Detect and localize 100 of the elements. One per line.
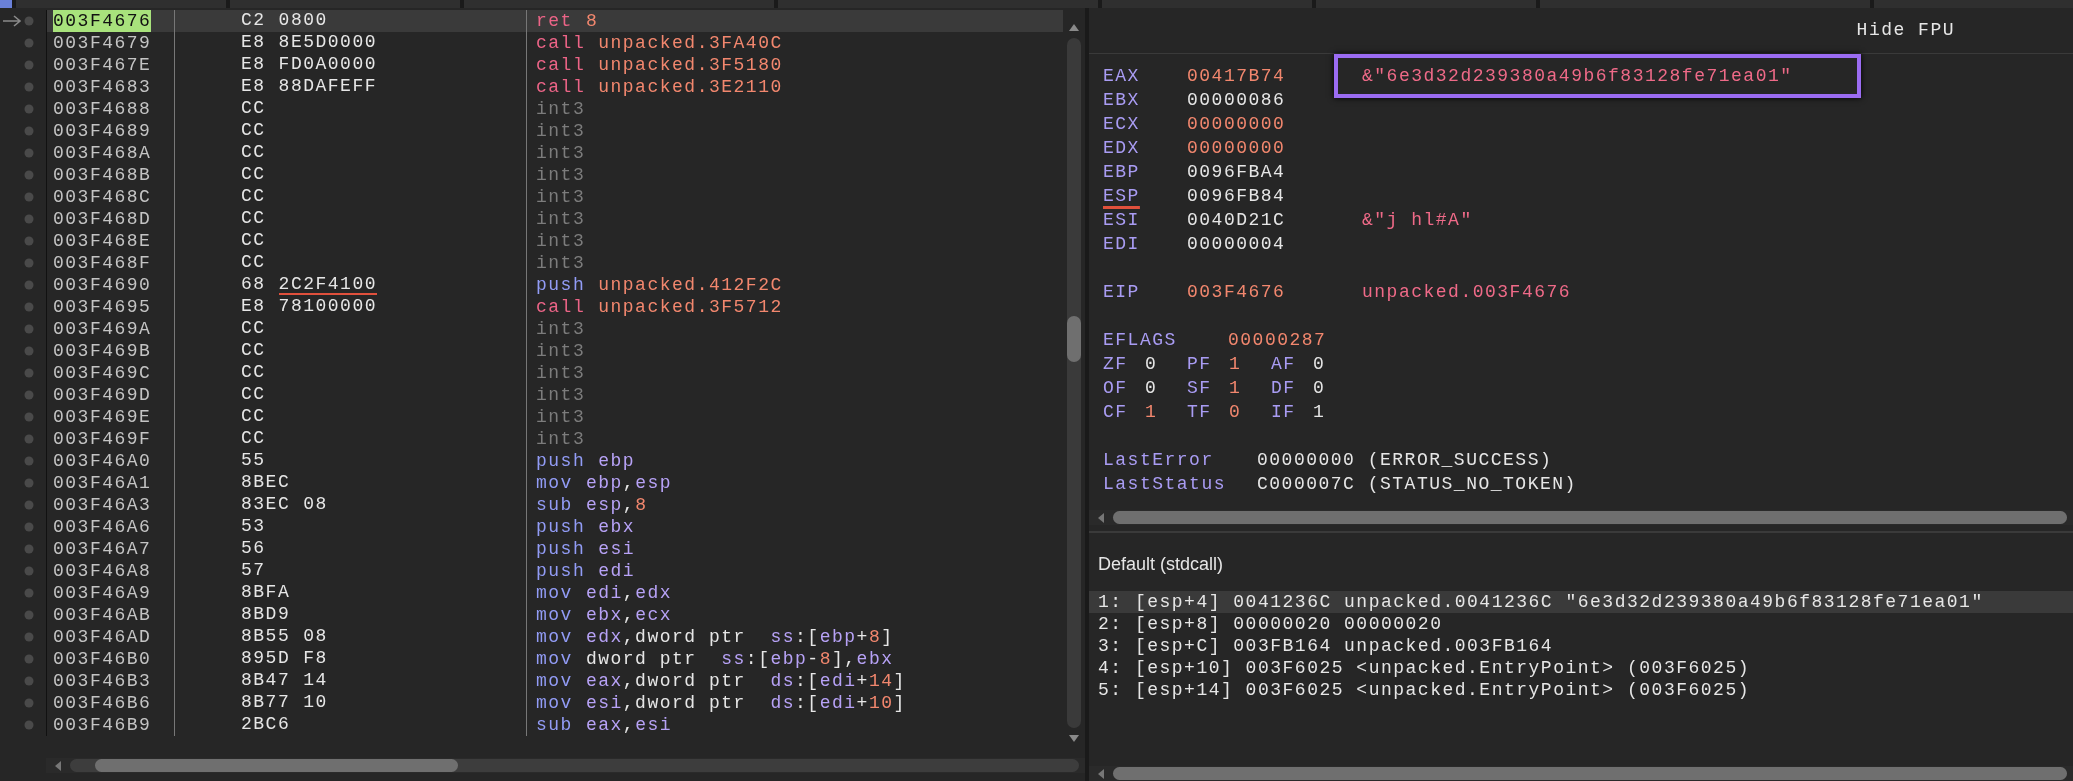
stack-argument-row[interactable]: 4: [esp+10] 003F6025 <unpacked.EntryPoint> (003F6025): [1089, 657, 2073, 679]
address-cell: 003F46A0: [53, 450, 152, 472]
breakpoint-dot-icon[interactable]: [24, 544, 34, 554]
flag-value[interactable]: 0: [1313, 352, 1326, 376]
breakpoint-dot-icon[interactable]: [24, 170, 34, 180]
calling-convention-label: Default (stdcall): [1098, 552, 1224, 576]
breakpoint-dot-icon[interactable]: [24, 104, 34, 114]
breakpoint-dot-icon[interactable]: [24, 456, 34, 466]
breakpoint-dot-icon[interactable]: [24, 368, 34, 378]
horizontal-scrollbar[interactable]: [46, 758, 1085, 773]
address-cell: 003F46A1: [53, 472, 152, 494]
flag-value[interactable]: 1: [1229, 376, 1242, 400]
stack-argument-row[interactable]: 5: [esp+14] 003F6025 <unpacked.EntryPoint> (003F6025): [1089, 679, 2073, 701]
register-value[interactable]: 003F4676: [1187, 280, 1362, 304]
bytes-cell: E8 78100000: [241, 296, 378, 318]
breakpoint-dot-icon[interactable]: [24, 522, 34, 532]
flag-value[interactable]: 0: [1145, 376, 1158, 400]
bytes-cell: 895D F8: [241, 648, 328, 670]
breakpoint-dot-icon[interactable]: [24, 610, 34, 620]
breakpoint-dot-icon[interactable]: [24, 192, 34, 202]
bytes-cell: 53: [241, 516, 266, 538]
register-value[interactable]: 00000004: [1187, 232, 1362, 256]
breakpoint-dot-icon[interactable]: [24, 346, 34, 356]
breakpoint-dot-icon[interactable]: [24, 632, 34, 642]
flag-value[interactable]: 1: [1229, 352, 1242, 376]
scroll-down-icon[interactable]: [1068, 734, 1080, 744]
breakpoint-dot-icon[interactable]: [24, 720, 34, 730]
breakpoint-dot-icon[interactable]: [24, 236, 34, 246]
breakpoint-dot-icon[interactable]: [24, 280, 34, 290]
breakpoint-dot-icon[interactable]: [24, 588, 34, 598]
breakpoint-dot-icon[interactable]: [24, 566, 34, 576]
breakpoint-dot-icon[interactable]: [24, 390, 34, 400]
flag-name: DF: [1271, 377, 1297, 400]
scroll-up-icon[interactable]: [1068, 22, 1080, 32]
breakpoint-dot-icon[interactable]: [24, 258, 34, 268]
breakpoint-dot-icon[interactable]: [24, 60, 34, 70]
register-comment: unpacked.003F4676: [1362, 281, 1572, 304]
bytes-cell: 68 2C2F4100: [241, 274, 378, 296]
breakpoint-dot-icon[interactable]: [24, 38, 34, 48]
address-cell: 003F469E: [53, 406, 152, 428]
bytes-cell: CC: [241, 120, 266, 142]
horizontal-scrollbar[interactable]: [1089, 510, 2073, 525]
breakpoint-dot-icon[interactable]: [24, 478, 34, 488]
flag-value[interactable]: 0: [1229, 400, 1242, 424]
register-value[interactable]: 0096FBA4: [1187, 160, 1362, 184]
flag-name: OF: [1103, 377, 1129, 400]
breakpoint-dot-icon[interactable]: [24, 302, 34, 312]
breakpoint-dot-icon[interactable]: [24, 148, 34, 158]
flag-name: AF: [1271, 353, 1297, 376]
register-value[interactable]: 0040D21C: [1187, 208, 1362, 232]
status-value: C000007C (STATUS_NO_TOKEN): [1257, 473, 1577, 496]
register-value[interactable]: 00000000: [1187, 136, 1362, 160]
stack-argument-row[interactable]: 2: [esp+8] 00000020 00000020: [1089, 613, 2073, 635]
breakpoint-dot-icon[interactable]: [24, 412, 34, 422]
scrollbar-thumb[interactable]: [95, 759, 459, 772]
address-cell: 003F468E: [53, 230, 152, 252]
breakpoint-dot-icon[interactable]: [24, 434, 34, 444]
flag-value[interactable]: 1: [1145, 400, 1158, 424]
flag-name: IF: [1271, 401, 1297, 424]
stack-argument-row[interactable]: 1: [esp+4] 0041236C unpacked.0041236C "6e3d32d239380a49b6f83128fe71ea01": [1089, 591, 2073, 613]
flag-name: SF: [1187, 377, 1213, 400]
scrollbar-thumb[interactable]: [1067, 316, 1081, 362]
breakpoint-dot-icon[interactable]: [24, 16, 34, 26]
breakpoint-dot-icon[interactable]: [24, 126, 34, 136]
flag-name: CF: [1103, 401, 1129, 424]
breakpoint-dot-icon[interactable]: [24, 324, 34, 334]
flag-name: PF: [1187, 353, 1213, 376]
instruction-cell-text: int3: [536, 97, 587, 121]
scrollbar-thumb[interactable]: [1113, 767, 2067, 780]
register-name: ESI: [1103, 209, 1141, 232]
address-cell: 003F46AB: [53, 604, 152, 626]
instruction-cell-text: push esi: [536, 537, 636, 561]
instruction-cell-text: int3: [536, 207, 587, 231]
scrollbar-thumb[interactable]: [1113, 511, 2067, 524]
instruction-cell-text: int3: [536, 251, 587, 275]
register-value[interactable]: 00000287: [1228, 328, 1327, 352]
stack-argument-row[interactable]: 3: [esp+C] 003FB164 unpacked.003FB164: [1089, 635, 2073, 657]
bytes-cell: CC: [241, 208, 266, 230]
breakpoint-dot-icon[interactable]: [24, 500, 34, 510]
breakpoint-dot-icon[interactable]: [24, 82, 34, 92]
hide-fpu-button[interactable]: Hide FPU: [1856, 17, 1955, 44]
register-value[interactable]: 0096FB84: [1187, 184, 1362, 208]
horizontal-scrollbar[interactable]: [1089, 766, 2073, 781]
register-value[interactable]: 00000000: [1187, 112, 1362, 136]
register-name: EDI: [1103, 233, 1141, 256]
register-name: EBX: [1103, 89, 1141, 112]
flag-value[interactable]: 0: [1313, 376, 1326, 400]
status-name: LastStatus: [1103, 473, 1228, 496]
flag-value[interactable]: 1: [1313, 400, 1326, 424]
flag-value[interactable]: 0: [1145, 352, 1158, 376]
breakpoint-dot-icon[interactable]: [24, 654, 34, 664]
breakpoint-dot-icon[interactable]: [24, 698, 34, 708]
bytes-cell: CC: [241, 362, 266, 384]
address-cell: 003F468F: [53, 252, 152, 274]
bytes-cell: CC: [241, 340, 266, 362]
address-cell: 003F468B: [53, 164, 152, 186]
breakpoint-dot-icon[interactable]: [24, 214, 34, 224]
breakpoint-dot-icon[interactable]: [24, 676, 34, 686]
instruction-cell-text: int3: [536, 229, 587, 253]
bytes-cell: CC: [241, 98, 266, 120]
